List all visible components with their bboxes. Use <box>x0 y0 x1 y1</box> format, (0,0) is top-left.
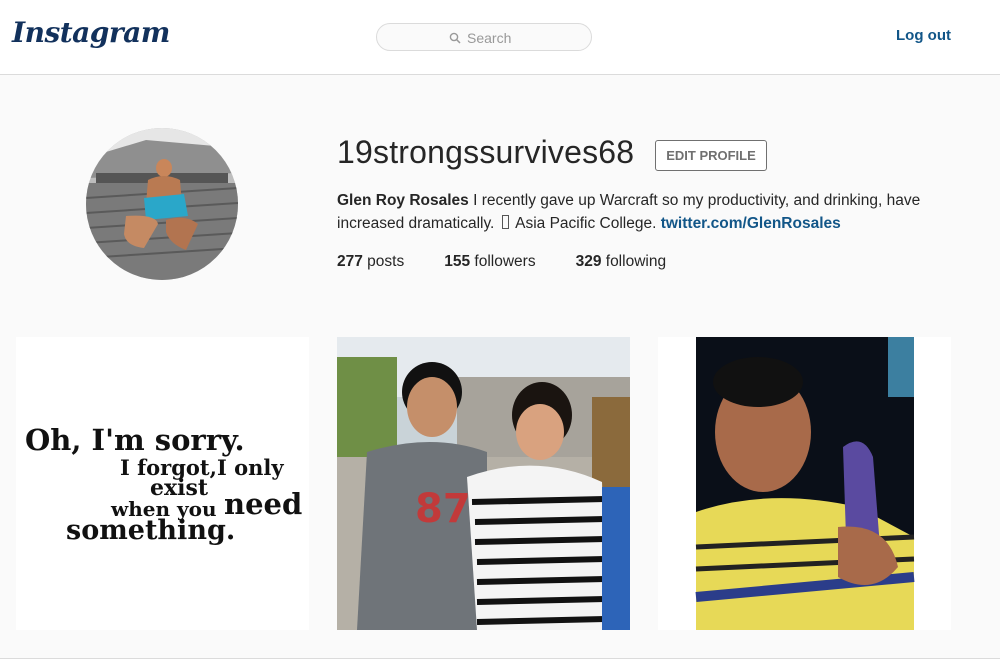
quote-line: need <box>224 487 303 521</box>
post-thumbnail-1[interactable]: Oh, I'm sorry. I forgot,I only exist whe… <box>16 337 309 630</box>
posts-count: 277 <box>337 253 363 270</box>
profile-full-name: Glen Roy Rosales <box>337 192 469 209</box>
profile-avatar[interactable] <box>86 128 238 280</box>
post-thumbnail-3[interactable] <box>658 337 951 630</box>
profile-username: 19strongssurvives68 <box>337 134 635 170</box>
quote-line: Oh, I'm sorry. <box>25 423 245 457</box>
top-navigation-bar: Instagram Search Log out <box>0 0 1000 75</box>
quote-line: something. <box>66 515 236 546</box>
following-count: 329 <box>575 253 602 270</box>
following-label: following <box>601 253 667 270</box>
search-placeholder: Search <box>467 30 512 46</box>
posts-stat: 277 posts <box>337 253 404 271</box>
svg-text:87: 87 <box>415 486 471 532</box>
bio-school: Asia Pacific College. <box>511 215 661 232</box>
following-stat[interactable]: 329 following <box>576 253 667 271</box>
followers-label: followers <box>470 253 536 270</box>
search-input[interactable]: Search <box>376 23 592 51</box>
two-people-photo: 87 <box>337 337 630 630</box>
search-icon <box>449 32 461 44</box>
profile-stats: 277 posts 155 followers 329 following <box>337 253 706 271</box>
profile-bio: Glen Roy Rosales I recently gave up Warc… <box>337 189 937 235</box>
followers-count: 155 <box>444 253 471 270</box>
post-thumbnail-2[interactable]: 87 <box>337 337 630 630</box>
instagram-logo[interactable]: Instagram <box>12 16 170 49</box>
logout-link[interactable]: Log out <box>896 27 951 44</box>
website-link[interactable]: twitter.com/GlenRosales <box>661 215 841 232</box>
edit-profile-button[interactable]: EDIT PROFILE <box>655 140 767 171</box>
posts-label: posts <box>362 253 405 270</box>
selfie-inked-finger-photo <box>658 337 951 630</box>
followers-stat[interactable]: 155 followers <box>444 253 535 271</box>
unknown-glyph-icon <box>501 215 509 229</box>
quote-image: Oh, I'm sorry. I forgot,I only exist whe… <box>16 337 309 630</box>
